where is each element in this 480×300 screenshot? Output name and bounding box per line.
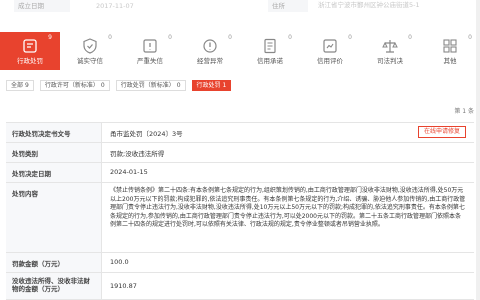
document-icon [264, 38, 276, 54]
filter-count: 0 [100, 82, 105, 89]
tab-administrative-penalty[interactable]: 9 行政处罚 [0, 32, 60, 70]
filter-label: 行政处罚（新标准） [120, 82, 175, 89]
table-row: 处罚内容 《禁止传销条例》第二十四条:有本条例第七条规定的行为,组织策划传销的,… [6, 183, 474, 253]
established-date-label: 成立日期 [14, 0, 70, 12]
tab-label: 信用评价 [317, 57, 343, 65]
doc-number-value: 甬市监处罚〔2024〕3号 [110, 130, 183, 138]
credit-category-tabs: 9 行政处罚 0 诚实守信 0 严重失信 0 经营异常 0 信用承诺 0 信用评… [0, 32, 480, 70]
tab-count: 0 [108, 34, 112, 41]
tab-count: 0 [348, 34, 352, 41]
rating-icon [323, 39, 337, 53]
filter-license-new[interactable]: 行政许可（新标准） 0 [39, 80, 110, 91]
table-row: 行政处罚决定书文号 甬市监处罚〔2024〕3号 在线申请修复 [6, 123, 474, 143]
decision-date-label: 处罚决定日期 [6, 163, 102, 182]
tab-count: 9 [48, 34, 52, 41]
warning-icon [143, 39, 157, 53]
tab-other[interactable]: 0 其他 [420, 32, 480, 70]
gavel-icon [23, 39, 37, 53]
filter-count: 9 [25, 82, 29, 89]
alert-icon [203, 39, 217, 53]
table-row: 处罚类别 罚款;没收违法所得 [6, 143, 474, 163]
doc-number-label: 行政处罚决定书文号 [6, 123, 102, 142]
fine-amount-label: 罚款金额（万元） [6, 253, 102, 272]
filter-penalty-new[interactable]: 行政处罚（新标准） 0 [115, 80, 186, 91]
tab-label: 经营异常 [197, 57, 223, 65]
established-date-value: 2017-11-07 [96, 2, 134, 10]
tab-honesty[interactable]: 0 诚实守信 [60, 32, 120, 70]
tab-label: 严重失信 [137, 57, 163, 65]
table-row: 罚款金额（万元） 100.0 [6, 253, 474, 273]
record-index: 第 1 条 [454, 108, 474, 115]
apply-repair-button[interactable]: 在线申请修复 [417, 126, 466, 138]
tab-label: 行政处罚 [17, 57, 43, 65]
filter-label: 全部 [11, 82, 24, 89]
tab-credit-evaluation[interactable]: 0 信用评价 [300, 32, 360, 70]
scales-icon [382, 40, 398, 53]
penalty-content-label: 处罚内容 [6, 183, 102, 252]
address-value: 浙江省宁波市鄞州区钟公庙街道5-1 [318, 1, 420, 9]
scrollbar[interactable] [476, 0, 480, 300]
tab-credit-commitment[interactable]: 0 信用承诺 [240, 32, 300, 70]
tab-count: 0 [468, 34, 472, 41]
tab-serious-dishonesty[interactable]: 0 严重失信 [120, 32, 180, 70]
shield-icon [83, 38, 97, 54]
address-label: 住所 [268, 0, 308, 12]
tab-label: 司法判决 [377, 57, 403, 65]
filter-count: 1 [222, 82, 227, 89]
confiscation-amount-value: 1910.87 [110, 282, 137, 290]
more-icon [443, 39, 457, 53]
decision-date-value: 2024-01-15 [110, 168, 148, 176]
filter-penalty[interactable]: 行政处罚 1 [191, 80, 232, 91]
penalty-category-value: 罚款;没收违法所得 [110, 150, 165, 158]
tab-count: 0 [168, 34, 172, 41]
filter-label: 行政处罚 [196, 82, 221, 89]
tab-label: 其他 [443, 57, 457, 65]
filter-count: 0 [176, 82, 181, 89]
tab-count: 0 [228, 34, 232, 41]
penalty-content-value: 《禁止传销条例》第二十四条:有本条例第七条规定的行为,组织策划传销的,由工商行政… [110, 187, 466, 229]
confiscation-amount-label: 没收违法所得、没收非法财物的金额（万元） [6, 273, 102, 299]
tab-count: 0 [288, 34, 292, 41]
filter-all[interactable]: 全部 9 [6, 80, 34, 91]
penalty-category-label: 处罚类别 [6, 143, 102, 162]
table-row: 处罚决定日期 2024-01-15 [6, 163, 474, 183]
filter-label: 行政许可（新标准） [44, 82, 99, 89]
tab-count: 0 [408, 34, 412, 41]
tab-judicial-judgment[interactable]: 0 司法判决 [360, 32, 420, 70]
record-filter-bar: 全部 9 行政许可（新标准） 0 行政处罚（新标准） 0 行政处罚 1 [6, 80, 232, 91]
table-row: 没收违法所得、没收非法财物的金额（万元） 1910.87 [6, 273, 474, 300]
company-info-strip: 成立日期 2017-11-07 住所 浙江省宁波市鄞州区钟公庙街道5-1 [0, 0, 480, 24]
tab-abnormal-operation[interactable]: 0 经营异常 [180, 32, 240, 70]
fine-amount-value: 100.0 [110, 258, 129, 266]
tab-label: 信用承诺 [257, 57, 283, 65]
tab-label: 诚实守信 [77, 57, 103, 65]
penalty-detail-table: 行政处罚决定书文号 甬市监处罚〔2024〕3号 在线申请修复 处罚类别 罚款;没… [6, 122, 474, 300]
